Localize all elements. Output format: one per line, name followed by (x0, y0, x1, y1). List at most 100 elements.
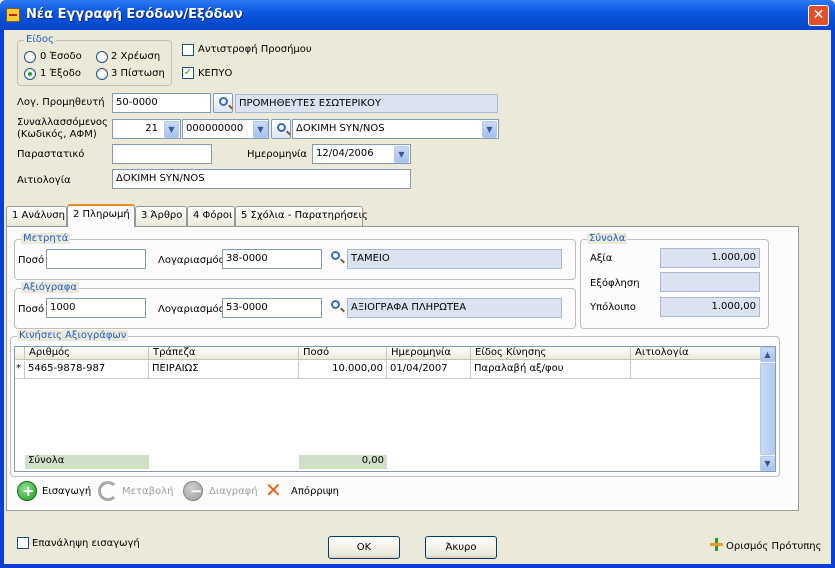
col-header-date[interactable]: Ημερομηνία (387, 347, 471, 360)
define-template-label: Ορισμός Πρότυπης (726, 541, 822, 552)
tab-taxes[interactable]: 4 Φόροι (187, 206, 235, 226)
close-button[interactable]: ✕ (808, 5, 829, 26)
document-input[interactable] (112, 144, 212, 164)
cheques-account-name: ΑΞΙΟΓΡΑΦΑ ΠΛΗΡΩΤΕΑ (347, 298, 562, 318)
cash-account-label: Λογαριασμός (158, 255, 225, 266)
cell-amount[interactable]: 10.000,00 (299, 361, 387, 379)
totals-value-label: Αξία (590, 253, 613, 264)
x-mark-icon: ✕ (265, 478, 282, 502)
cell-date[interactable]: 01/04/2007 (387, 361, 471, 379)
scroll-thumb[interactable] (760, 363, 775, 455)
tab-article[interactable]: 3 Άρθρο (135, 206, 187, 226)
radio-credit-label: 3 Πίστωση (111, 68, 165, 79)
totals-settlement-field (660, 272, 760, 292)
party-afm-dropdown[interactable]: ▼ (253, 121, 268, 138)
supplier-search-button[interactable] (213, 93, 233, 113)
cash-account-search[interactable] (327, 251, 343, 267)
row-marker: * (15, 361, 25, 379)
search-icon (218, 97, 228, 106)
chevron-down-icon: ▼ (398, 150, 405, 159)
scroll-up-button[interactable]: ▲ (760, 347, 775, 362)
radio-debit-label: 2 Χρέωση (111, 51, 161, 62)
chevron-down-icon: ▼ (168, 125, 175, 134)
cheques-legend: Αξιόγραφα (21, 282, 79, 293)
supplier-name-field: ΠΡΟΜΗΘΕΥΤΕΣ ΕΣΩΤΕΡΙΚΟΥ (235, 94, 498, 113)
template-icon (710, 538, 723, 551)
cash-amount-input[interactable] (46, 249, 146, 269)
totals-legend: Σύνολα (587, 233, 628, 244)
search-icon (330, 300, 340, 309)
kepyo-label: ΚΕΠΥΟ (198, 68, 233, 79)
totals-balance-label: Υπόλοιπο (590, 302, 636, 313)
eidos-group: Είδος (17, 34, 172, 86)
col-header-number[interactable]: Αριθμός (25, 347, 149, 360)
col-header-blank (15, 347, 25, 360)
party-label: Συναλλασσόμενος (17, 117, 108, 128)
cell-number[interactable]: 5465-9878-987 (25, 361, 149, 379)
cheques-account-search[interactable] (327, 300, 343, 316)
radio-expense[interactable] (24, 68, 36, 80)
cell-type[interactable]: Παραλαβή αξ/φου (471, 361, 631, 379)
kepyo-checkbox[interactable]: ✓ (182, 67, 194, 79)
minus-circle-icon: − (183, 481, 203, 501)
app-icon (6, 8, 20, 22)
radio-debit[interactable] (96, 51, 108, 63)
party-name-dropdown[interactable]: ▼ (482, 121, 497, 138)
dialog-window: Νέα Εγγραφή Εσόδων/Εξόδων ✕ Είδος 0 Έσοδ… (0, 0, 835, 568)
cell-reason[interactable] (631, 361, 761, 379)
cell-bank[interactable]: ΠΕΙΡΑΙΩΣ (149, 361, 299, 379)
chevron-up-icon: ▲ (764, 350, 771, 359)
grid-scrollbar[interactable]: ▲ ▼ (760, 347, 775, 471)
tab-comments[interactable]: 5 Σχόλια - Παρατηρήσεις (235, 206, 368, 226)
radio-income[interactable] (24, 51, 36, 63)
col-header-type[interactable]: Είδος Κίνησης (471, 347, 631, 360)
cheques-amount-input[interactable]: 1000 (46, 298, 146, 318)
repeat-entry-checkbox[interactable] (17, 537, 29, 549)
window-title: Νέα Εγγραφή Εσόδων/Εξόδων (26, 7, 243, 22)
search-icon (276, 123, 286, 132)
cash-amount-label: Ποσό (18, 255, 45, 266)
party-name-select[interactable]: ΔΟΚΙΜΗ SYN/NOS (292, 119, 499, 139)
title-bar[interactable]: Νέα Εγγραφή Εσόδων/Εξόδων ✕ (0, 0, 835, 30)
scroll-down-button[interactable]: ▼ (760, 456, 775, 471)
chevron-down-icon: ▼ (486, 125, 493, 134)
reverse-sign-checkbox[interactable] (182, 44, 194, 56)
reason-input[interactable]: ΔΟΚΙΜΗ SYN/NOS (112, 169, 411, 189)
cheques-account-input[interactable]: 53-0000 (222, 298, 322, 318)
date-label: Ημερομηνία (247, 149, 308, 160)
col-header-bank[interactable]: Τράπεζα (149, 347, 299, 360)
repeat-entry-label: Επανάληψη εισαγωγή (32, 538, 140, 549)
reverse-sign-label: Αντιστροφή Προσήμου (198, 44, 312, 55)
radio-credit[interactable] (96, 68, 108, 80)
ok-button[interactable]: OK (328, 536, 400, 559)
eidos-legend: Είδος (24, 34, 56, 45)
dialog-body: Είδος 0 Έσοδο 2 Χρέωση 1 Έξοδο 3 Πίστωση… (4, 30, 831, 564)
radio-income-label: 0 Έσοδο (40, 51, 82, 62)
supplier-code-input[interactable]: 50-0000 (112, 93, 211, 113)
footer-total-amount: 0,00 (299, 455, 387, 469)
radio-expense-label: 1 Έξοδο (40, 68, 81, 79)
party-search-button[interactable] (271, 119, 291, 139)
cheques-account-label: Λογαριασμός (158, 304, 225, 315)
movements-grid[interactable]: Αριθμός Τράπεζα Ποσό Ημερομηνία Είδος Κί… (14, 346, 776, 472)
party-code-dropdown[interactable]: ▼ (164, 121, 179, 138)
tab-analysis[interactable]: 1 Ανάλυση (6, 206, 67, 226)
delete-label: Διαγραφή (209, 486, 258, 497)
tab-payment[interactable]: 2 Πληρωμή (67, 204, 135, 227)
cash-account-input[interactable]: 38-0000 (222, 249, 322, 269)
refresh-icon (98, 481, 118, 501)
date-dropdown[interactable]: ▼ (394, 146, 409, 163)
footer-total-label: Σύνολα (25, 455, 149, 469)
totals-value-field: 1.000,00 (660, 248, 760, 268)
close-icon: ✕ (812, 7, 825, 23)
col-header-reason[interactable]: Αιτιολογία (631, 347, 761, 360)
reject-label: Απόρριψη (291, 486, 339, 497)
modify-label: Μεταβολή (122, 486, 174, 497)
cash-legend: Μετρητά (21, 233, 71, 244)
col-header-amount[interactable]: Ποσό (299, 347, 387, 360)
chevron-down-icon: ▼ (257, 125, 264, 134)
search-icon (330, 251, 340, 260)
insert-label: Εισαγωγή (42, 486, 92, 497)
reason-label: Αιτιολογία (17, 175, 71, 186)
cancel-button[interactable]: Άκυρο (425, 536, 497, 559)
